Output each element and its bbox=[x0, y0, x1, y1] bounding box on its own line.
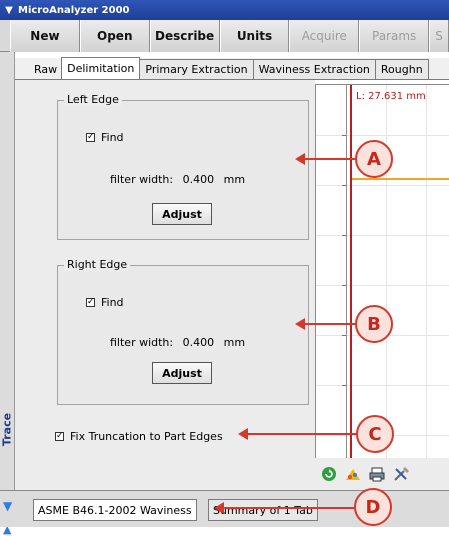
left-edge-group: Left Edge ✓ Find filter width: 0.400 mm … bbox=[57, 93, 309, 240]
palette-icon[interactable] bbox=[343, 464, 363, 484]
right-edge-title: Right Edge bbox=[64, 258, 131, 271]
print-icon[interactable] bbox=[367, 464, 387, 484]
callout-line bbox=[304, 323, 356, 325]
callout-b: B bbox=[355, 305, 393, 343]
fix-truncation-label: Fix Truncation to Part Edges bbox=[70, 430, 223, 443]
axis-tick bbox=[342, 285, 346, 286]
truncated-toolbar-button[interactable]: S bbox=[429, 20, 449, 52]
axis-tick bbox=[342, 235, 346, 236]
delimitation-panel: Left Edge ✓ Find filter width: 0.400 mm … bbox=[15, 80, 315, 490]
grid-line bbox=[386, 85, 387, 458]
left-edge-title: Left Edge bbox=[64, 93, 122, 106]
cursor-position-label: L: 27.631 mm bbox=[356, 91, 426, 102]
left-edge-find-label: Find bbox=[101, 131, 124, 144]
main-toolbar: New Open Describe Units Acquire Params S bbox=[0, 20, 449, 52]
right-edge-find-label: Find bbox=[101, 296, 124, 309]
describe-button[interactable]: Describe bbox=[149, 20, 220, 52]
processing-tabs: Raw Delimitation Primary Extraction Wavi… bbox=[15, 57, 449, 80]
grid-line bbox=[316, 285, 449, 286]
tab-waviness-extraction[interactable]: Waviness Extraction bbox=[252, 59, 376, 79]
left-edge-find-checkbox[interactable]: ✓ Find bbox=[86, 131, 124, 144]
tab-roughness[interactable]: Roughn bbox=[374, 59, 429, 79]
right-edge-filter-unit: mm bbox=[223, 336, 246, 349]
axis-tick bbox=[342, 385, 346, 386]
side-panel-strip: Trace Processing ▲ bbox=[0, 52, 27, 536]
grid-line bbox=[316, 235, 449, 236]
acquire-button[interactable]: Acquire bbox=[289, 20, 360, 52]
arrow-down-icon[interactable]: ▼ bbox=[3, 499, 12, 513]
params-button[interactable]: Params bbox=[359, 20, 430, 52]
checkbox-checked-icon[interactable]: ✓ bbox=[86, 298, 95, 307]
grid-line bbox=[316, 135, 449, 136]
tab-raw[interactable]: Raw bbox=[29, 59, 62, 79]
callout-line bbox=[247, 433, 357, 435]
tab-summary[interactable]: Summary of 1 Tab bbox=[208, 499, 318, 521]
title-bar: ▼ MicroAnalyzer 2000 bbox=[0, 0, 449, 20]
tab-delimitation[interactable]: Delimitation bbox=[61, 57, 141, 79]
callout-c: C bbox=[356, 415, 394, 453]
right-edge-filter-row: filter width: 0.400 mm bbox=[110, 336, 245, 349]
callout-d: D bbox=[354, 488, 392, 526]
checkbox-checked-icon[interactable]: ✓ bbox=[86, 133, 95, 142]
plot-y-axis bbox=[346, 85, 347, 458]
right-edge-group: Right Edge ✓ Find filter width: 0.400 mm… bbox=[57, 258, 309, 405]
callout-line bbox=[223, 507, 355, 509]
right-edge-filter-label: filter width: bbox=[110, 336, 174, 349]
left-edge-cursor[interactable] bbox=[350, 85, 352, 458]
left-edge-filter-value: 0.400 bbox=[182, 173, 215, 186]
fix-truncation-checkbox[interactable]: ✓ Fix Truncation to Part Edges bbox=[55, 430, 223, 443]
tools-icon[interactable] bbox=[391, 464, 411, 484]
axis-tick bbox=[342, 185, 346, 186]
left-edge-filter-row: filter width: 0.400 mm bbox=[110, 173, 245, 186]
new-button[interactable]: New bbox=[10, 20, 80, 52]
app-menu-icon[interactable]: ▼ bbox=[3, 4, 15, 16]
callout-a: A bbox=[355, 140, 393, 178]
callout-line bbox=[304, 158, 356, 160]
window-title: MicroAnalyzer 2000 bbox=[18, 4, 130, 16]
tab-primary-extraction[interactable]: Primary Extraction bbox=[139, 59, 254, 79]
tab-asme-waviness[interactable]: ASME B46.1-2002 Waviness bbox=[33, 499, 197, 521]
grid-line bbox=[316, 185, 449, 186]
axis-tick bbox=[342, 135, 346, 136]
grid-line bbox=[426, 85, 427, 458]
open-button[interactable]: Open bbox=[79, 20, 150, 52]
left-edge-filter-label: filter width: bbox=[110, 173, 174, 186]
refresh-icon[interactable] bbox=[319, 464, 339, 484]
trace-plot[interactable]: L: 27.631 mm bbox=[315, 84, 449, 458]
plot-toolbar bbox=[315, 458, 449, 490]
trace-processing-label[interactable]: Trace Processing bbox=[1, 380, 27, 480]
left-edge-adjust-button[interactable]: Adjust bbox=[152, 203, 212, 225]
right-edge-filter-value: 0.400 bbox=[182, 336, 215, 349]
grid-line bbox=[316, 385, 449, 386]
right-edge-find-checkbox[interactable]: ✓ Find bbox=[86, 296, 124, 309]
left-edge-filter-unit: mm bbox=[223, 173, 246, 186]
checkbox-checked-icon[interactable]: ✓ bbox=[55, 432, 64, 441]
right-edge-adjust-button[interactable]: Adjust bbox=[152, 362, 212, 384]
trace-line bbox=[352, 178, 449, 180]
axis-tick bbox=[342, 335, 346, 336]
units-button[interactable]: Units bbox=[219, 20, 290, 52]
